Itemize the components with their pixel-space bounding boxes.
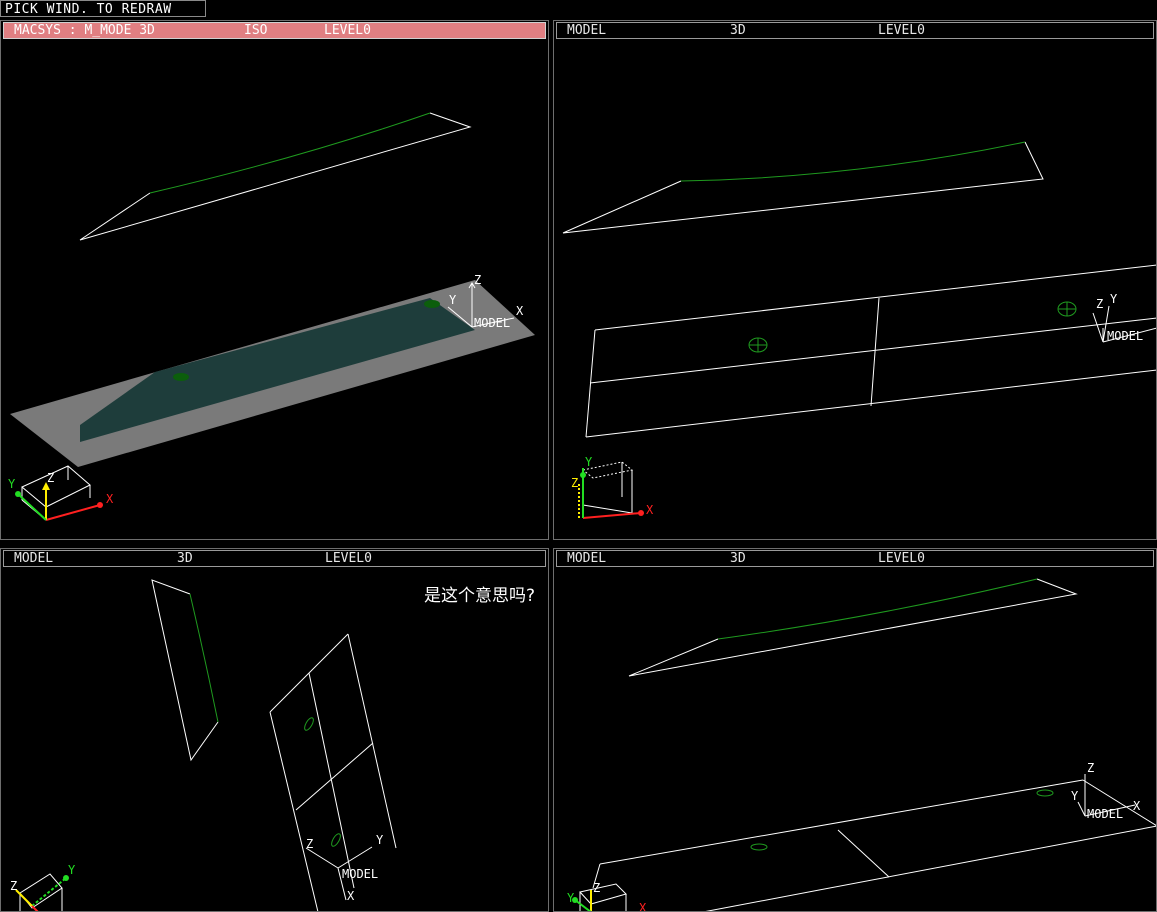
wire-triangle-edge [79,112,472,241]
curve-edge [149,112,431,194]
axis-y-line [17,493,47,521]
wire-triangle-edge [562,141,1044,234]
curve-edge [680,141,1026,182]
wire-triangle-edge [628,578,1078,677]
cube-label-x: X [106,492,114,506]
axis-z-line [15,889,33,907]
shaded-surface [80,298,475,442]
model-label: MODEL [474,316,510,330]
axis-x-line [31,905,39,912]
model-label: MODEL [1107,329,1143,343]
wire-triangle-edge [151,579,219,762]
axis-label-z: Z [306,837,313,851]
viewport-bottom-right[interactable]: MODEL 3D LEVEL0 Z Y X MODEL Z Y X [553,548,1157,912]
cube-label-x: X [646,503,654,517]
viewport-top-right[interactable]: MODEL 3D LEVEL0 Z Y MODEL X Y Z [553,20,1157,540]
axis-y-tip [15,491,21,497]
axis-label-y: Y [376,833,384,847]
model-label: MODEL [342,867,378,881]
axis-x-tip [638,510,644,516]
axis-x-tip [97,502,103,508]
model-view-canvas[interactable]: Z Y X MODEL X Z Y [0,20,549,540]
model-view-canvas[interactable]: Z Y MODEL X Y Z [553,20,1157,540]
model-view-canvas[interactable]: Z Y X MODEL Z Y X [553,548,1157,912]
cube-label-y: Y [68,863,76,877]
plate-wireframe [585,264,1157,438]
axis-label-x: X [347,889,355,903]
axis-label-z: Z [474,273,481,287]
axis-label-x: X [1133,799,1141,813]
point-marker [173,373,189,381]
axis-label-y: Y [1071,789,1079,803]
cube-label-y: Y [585,455,593,469]
orientation-cube [21,465,91,521]
cube-label-z: Z [571,476,578,490]
orientation-cube [581,461,634,514]
axis-label-x: X [516,304,524,318]
cube-label-z: Z [47,471,54,485]
axis-y-tip [580,472,586,478]
point-marker [424,300,440,308]
axis-label-y: Y [1110,292,1118,306]
cube-label-y: Y [567,891,575,905]
point-marker [1036,789,1054,797]
cube-label-x: X [639,901,647,912]
cube-label-z: Z [593,881,600,895]
chat-annotation: 是这个意思吗? [424,586,536,606]
axis-label-z: Z [1087,761,1094,775]
point-marker [304,717,314,731]
cube-label-z: Z [10,879,17,893]
axis-label-y: Y [449,293,457,307]
curve-edge [189,593,219,723]
point-marker [331,833,341,847]
axis-x-line [45,504,101,521]
point-marker [748,337,768,353]
axis-x-line [582,512,642,519]
model-label: MODEL [1087,807,1123,821]
point-marker [1057,301,1077,317]
axis-label-z: Z [1096,297,1103,311]
viewport-top-left[interactable]: MACSYS : M_MODE 3D ISO LEVEL0 Z Y X MODE… [0,20,549,540]
viewport-bottom-left[interactable]: MODEL 3D LEVEL0 Z Y MODEL X Y Z 是这个意思吗? [0,548,549,912]
point-marker [750,843,768,851]
cube-label-y: Y [8,477,16,491]
orientation-cube [19,873,63,912]
command-prompt: PICK WIND. TO REDRAW [0,0,206,17]
